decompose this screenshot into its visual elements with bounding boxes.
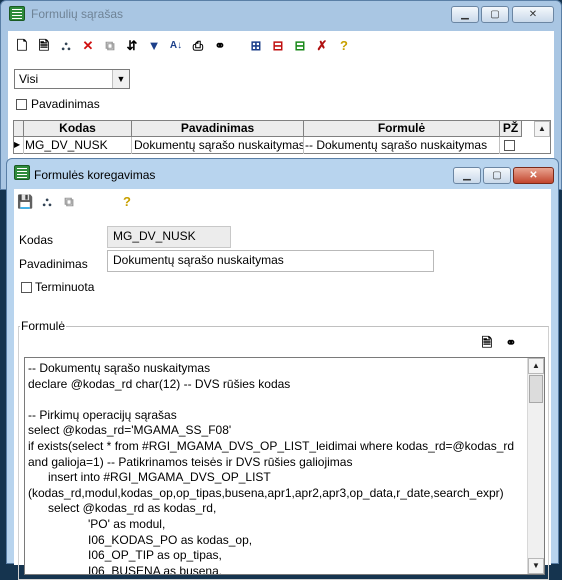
column-kodas[interactable]: Kodas bbox=[24, 121, 132, 137]
name-checkbox[interactable] bbox=[16, 99, 27, 110]
formula-code-text[interactable]: -- Dokumentų sąrašo nuskaitymas declare … bbox=[28, 361, 514, 574]
row-indicator-header bbox=[14, 121, 24, 137]
table-row-kodas[interactable]: MG_DV_NUSK bbox=[24, 137, 132, 154]
scroll-down-button[interactable]: ▼ bbox=[528, 558, 544, 574]
delete-icon[interactable]: ✕ bbox=[80, 38, 96, 54]
hierarchy-icon[interactable]: ⊞ bbox=[248, 38, 264, 54]
formula-code-editor[interactable]: -- Dokumentų sąrašo nuskaitymas declare … bbox=[24, 357, 545, 575]
new-document-icon[interactable]: 🗋 bbox=[14, 38, 30, 54]
close-button[interactable]: ✕ bbox=[512, 6, 554, 23]
pz-checkbox[interactable] bbox=[504, 140, 515, 151]
filter-icon[interactable]: ▼ bbox=[146, 38, 162, 54]
filter-select[interactable]: Visi ▼ bbox=[14, 69, 130, 89]
app-icon bbox=[14, 165, 30, 180]
tree-icon[interactable]: ⛬ bbox=[58, 38, 74, 54]
terminuota-checkbox[interactable] bbox=[21, 282, 32, 293]
formule-group: Formulė 🗎 ⚭ -- Dokumentų sąrašo nuskaity… bbox=[18, 319, 549, 580]
scroll-thumb[interactable] bbox=[529, 375, 543, 403]
app-icon bbox=[9, 6, 25, 21]
edit-toolbar: 💾 ⛬ ⧉ ? bbox=[17, 191, 135, 213]
table-row-formule[interactable]: -- Dokumentų sąrašo nuskaitymas bbox=[304, 137, 500, 154]
maximize-button[interactable]: ▢ bbox=[481, 6, 509, 23]
print-icon[interactable]: ⎙ bbox=[190, 38, 206, 54]
minimize-button[interactable]: ▁ bbox=[453, 167, 481, 184]
minimize-button[interactable]: ▁ bbox=[451, 6, 479, 23]
copy-icon[interactable]: ⧉ bbox=[61, 194, 77, 210]
document-icon[interactable]: 🗎 bbox=[479, 335, 495, 351]
formule-label: Formulė bbox=[20, 319, 67, 333]
sort-tree-icon[interactable]: ⇵ bbox=[124, 38, 140, 54]
formula-edit-titlebar[interactable]: Formulės koregavimas ▁ ▢ ✕ bbox=[7, 159, 558, 185]
terminuota-label: Terminuota bbox=[35, 280, 95, 294]
window-title: Formulių sąrašas bbox=[31, 7, 124, 21]
document-icon[interactable]: 🗎 bbox=[36, 38, 52, 54]
pavadinimas-field[interactable]: Dokumentų sąrašo nuskaitymas bbox=[107, 250, 434, 272]
pavadinimas-label: Pavadinimas bbox=[19, 257, 88, 271]
kodas-field[interactable]: MG_DV_NUSK bbox=[107, 226, 231, 248]
copy-icon[interactable]: ⧉ bbox=[102, 38, 118, 54]
help-icon[interactable]: ? bbox=[336, 38, 352, 54]
find-icon[interactable]: ⚭ bbox=[503, 335, 519, 351]
table-row-pz-cell bbox=[500, 137, 522, 154]
formulas-list-titlebar[interactable]: Formulių sąrašas ▁ ▢ ✕ bbox=[1, 1, 561, 27]
chevron-down-icon[interactable]: ▼ bbox=[112, 70, 129, 88]
name-checkbox-label: Pavadinimas bbox=[31, 97, 100, 111]
table-row-pavadinimas[interactable]: Dokumentų sąrašo nuskaitymas bbox=[132, 137, 304, 154]
close-button[interactable]: ✕ bbox=[513, 167, 554, 184]
scroll-up-button[interactable]: ▲ bbox=[528, 358, 544, 374]
toolbox-red-icon[interactable]: ⊟ bbox=[270, 38, 286, 54]
toolbox-green-icon[interactable]: ⊟ bbox=[292, 38, 308, 54]
tree-icon[interactable]: ⛬ bbox=[39, 194, 55, 210]
row-indicator-icon: ▶ bbox=[14, 137, 24, 154]
column-pz[interactable]: PŽ bbox=[500, 121, 522, 137]
find-icon[interactable]: ⚭ bbox=[212, 38, 228, 54]
grid-scroll-up-button[interactable]: ▲ bbox=[534, 121, 550, 137]
help-icon[interactable]: ? bbox=[119, 194, 135, 210]
kodas-label: Kodas bbox=[19, 233, 54, 247]
formulas-grid: Kodas Pavadinimas Formulė PŽ ▶ MG_DV_NUS… bbox=[13, 120, 551, 154]
editor-vertical-scrollbar[interactable]: ▲ ▼ bbox=[527, 358, 544, 574]
filter-select-value: Visi bbox=[19, 72, 39, 86]
window-title: Formulės koregavimas bbox=[34, 168, 156, 182]
column-formule[interactable]: Formulė bbox=[304, 121, 500, 137]
save-icon[interactable]: 💾 bbox=[17, 194, 33, 210]
formula-edit-window: Formulės koregavimas ▁ ▢ ✕ 💾 ⛬ ⧉ ? Kodas… bbox=[6, 158, 559, 580]
list-toolbar: 🗋 🗎 ⛬ ✕ ⧉ ⇵ ▼ A↓ ⎙ ⚭ ⊞ ⊟ ⊟ ✗ ? bbox=[14, 35, 352, 57]
tools-icon[interactable]: ✗ bbox=[314, 38, 330, 54]
sort-az-icon[interactable]: A↓ bbox=[168, 38, 184, 54]
column-pavadinimas[interactable]: Pavadinimas bbox=[132, 121, 304, 137]
maximize-button[interactable]: ▢ bbox=[483, 167, 511, 184]
formula-edit-client: 💾 ⛬ ⧉ ? Kodas MG_DV_NUSK Pavadinimas Dok… bbox=[14, 189, 551, 580]
